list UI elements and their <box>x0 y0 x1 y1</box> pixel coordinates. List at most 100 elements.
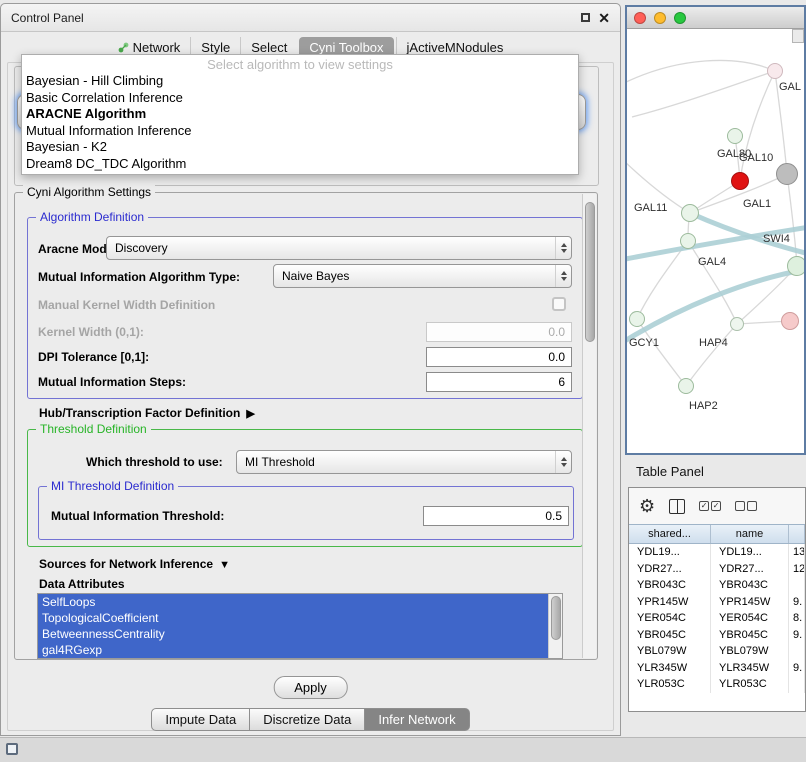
network-node[interactable] <box>730 317 744 331</box>
table-cell: YBL079W <box>629 643 711 660</box>
dpi-tolerance-label: DPI Tolerance [0,1]: <box>38 350 149 364</box>
manual-kernel-checkbox[interactable] <box>552 297 566 311</box>
table-row[interactable]: YLR345WYLR345W9. <box>629 660 805 677</box>
network-view-window: GALGAL80GAL10GAL11GAL1SWI4GAL4GCY1HAP4HA… <box>625 5 806 455</box>
algorithm-option[interactable]: Mutual Information Inference <box>22 123 578 140</box>
table-panel-window: ⚙ ✓✓ shared...name YDL19...YDL19...13YDR… <box>628 487 806 712</box>
table-cell: 9. <box>789 660 805 677</box>
network-node[interactable] <box>776 163 798 185</box>
network-window-titlebar[interactable] <box>627 7 804 29</box>
attribute-item[interactable]: gal4RGexp <box>38 642 548 658</box>
mi-threshold-label: Mutual Information Threshold: <box>51 509 224 523</box>
dropdown-placeholder: Select algorithm to view settings <box>22 56 578 73</box>
table-cell: 12 <box>789 561 805 578</box>
network-icon <box>118 42 129 53</box>
deselect-all-columns-icon[interactable] <box>735 501 757 511</box>
list-scrollbar[interactable] <box>548 594 562 658</box>
which-threshold-label: Which threshold to use: <box>86 455 223 469</box>
list-scrollbar-thumb[interactable] <box>551 596 561 640</box>
attribute-item[interactable]: BetweennessCentrality <box>38 626 548 642</box>
mi-type-label: Mutual Information Algorithm Type: <box>38 270 240 284</box>
canvas-scrollbar[interactable] <box>792 29 804 43</box>
sources-expander[interactable]: Sources for Network Inference▼ <box>39 557 230 571</box>
table-row[interactable]: YDR27...YDR27...12 <box>629 561 805 578</box>
table-row[interactable]: YLR053CYLR053C <box>629 676 805 693</box>
table-cell: YDL19... <box>711 544 789 561</box>
algorithm-option[interactable]: ARACNE Algorithm <box>22 106 578 123</box>
mi-threshold-group: MI Threshold Definition Mutual Informati… <box>38 486 574 540</box>
aracne-mode-combobox[interactable]: Discovery <box>106 236 572 260</box>
table-cell: YDR27... <box>629 561 711 578</box>
network-node[interactable] <box>781 312 799 330</box>
collapsed-arrow-icon: ▶ <box>246 408 254 420</box>
table-row[interactable]: YER054CYER054C8. <box>629 610 805 627</box>
close-traffic-light[interactable] <box>634 12 646 24</box>
table-row[interactable]: YPR145WYPR145W9. <box>629 594 805 611</box>
network-node[interactable] <box>731 172 749 190</box>
hub-factor-expander[interactable]: Hub/Transcription Factor Definition▶ <box>39 406 255 420</box>
attribute-item[interactable]: SelfLoops <box>38 594 548 610</box>
network-node[interactable] <box>787 256 804 276</box>
tab-label: jActiveMNodules <box>407 40 504 55</box>
float-window-icon[interactable] <box>581 13 590 22</box>
table-cell: 8. <box>789 610 805 627</box>
minimize-traffic-light[interactable] <box>654 12 666 24</box>
columns-icon[interactable] <box>669 499 685 514</box>
column-header[interactable]: name <box>711 525 789 543</box>
table-row[interactable]: YBR045CYBR045C9. <box>629 627 805 644</box>
mi-type-combobox[interactable]: Naive Bayes <box>273 264 572 288</box>
mi-threshold-field[interactable] <box>423 506 569 526</box>
table-cell <box>789 577 805 594</box>
table-row[interactable]: YBL079WYBL079W <box>629 643 805 660</box>
node-label: GAL4 <box>698 256 726 268</box>
control-panel-titlebar[interactable]: Control Panel ✕ <box>1 4 620 32</box>
panel-corner-icon[interactable] <box>6 743 18 755</box>
gear-icon[interactable]: ⚙ <box>639 497 655 515</box>
algorithm-option[interactable]: Basic Correlation Inference <box>22 90 578 107</box>
network-node[interactable] <box>767 63 783 79</box>
table-cell: YLR345W <box>711 660 789 677</box>
network-node[interactable] <box>629 311 645 327</box>
column-header[interactable] <box>789 525 805 543</box>
algorithm-definition-group: Algorithm Definition Aracne Mode: Discov… <box>27 217 583 399</box>
network-node[interactable] <box>727 128 743 144</box>
table-row[interactable]: YBR043CYBR043C <box>629 577 805 594</box>
bottom-tabs: Impute DataDiscretize DataInfer Network <box>1 708 620 731</box>
table-cell: YLR053C <box>629 676 711 693</box>
zoom-traffic-light[interactable] <box>674 12 686 24</box>
mi-steps-field[interactable] <box>426 372 572 392</box>
table-cell: 9. <box>789 594 805 611</box>
which-threshold-combobox[interactable]: MI Threshold <box>236 450 572 474</box>
network-node[interactable] <box>678 378 694 394</box>
algorithm-option[interactable]: Bayesian - Hill Climbing <box>22 73 578 90</box>
algorithm-option[interactable]: Dream8 DC_TDC Algorithm <box>22 156 578 173</box>
threshold-definition-title: Threshold Definition <box>36 422 151 436</box>
tab-label: Cyni Toolbox <box>309 40 383 55</box>
settings-scrollbar[interactable] <box>582 194 596 658</box>
settings-scrollbar-thumb[interactable] <box>585 202 595 342</box>
bottom-tab-discretize-data[interactable]: Discretize Data <box>250 708 365 731</box>
table-header-row: shared...name <box>629 524 805 544</box>
table-cell: YBR043C <box>629 577 711 594</box>
close-icon[interactable]: ✕ <box>598 13 610 23</box>
kernel-width-field[interactable] <box>426 322 572 342</box>
dpi-tolerance-field[interactable] <box>426 347 572 367</box>
select-all-columns-icon[interactable]: ✓✓ <box>699 501 721 511</box>
attribute-item[interactable]: TopologicalCoefficient <box>38 610 548 626</box>
column-header[interactable]: shared... <box>629 525 711 543</box>
network-node[interactable] <box>681 204 699 222</box>
algorithm-option[interactable]: Bayesian - K2 <box>22 139 578 156</box>
network-node[interactable] <box>680 233 696 249</box>
table-row[interactable]: YDL19...YDL19...13 <box>629 544 805 561</box>
threshold-definition-group: Threshold Definition Which threshold to … <box>27 429 583 547</box>
bottom-tab-infer-network[interactable]: Infer Network <box>365 708 469 731</box>
network-canvas[interactable]: GALGAL80GAL10GAL11GAL1SWI4GAL4GCY1HAP4HA… <box>627 29 804 453</box>
table-cell: YBR045C <box>711 627 789 644</box>
expanded-arrow-icon: ▼ <box>219 559 230 571</box>
apply-button[interactable]: Apply <box>273 676 348 699</box>
bottom-tab-impute-data[interactable]: Impute Data <box>151 708 250 731</box>
mi-steps-label: Mutual Information Steps: <box>38 375 186 389</box>
node-label: GAL10 <box>739 152 773 164</box>
mi-threshold-group-title: MI Threshold Definition <box>47 479 178 493</box>
table-cell: YDL19... <box>629 544 711 561</box>
